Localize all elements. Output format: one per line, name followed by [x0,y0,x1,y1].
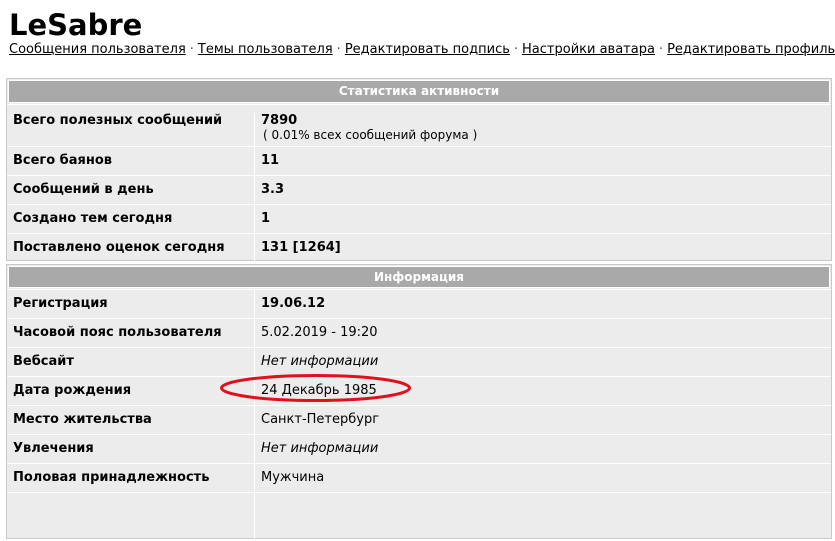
nav-link-user-topics[interactable]: Темы пользователя [198,42,333,57]
stats-row-posts-per-day: Сообщений в день 3.3 [7,175,831,204]
stats-row-bayans: Всего баянов 11 [7,146,831,175]
info-label: Вебсайт [7,348,255,376]
info-row-timezone: Часовой пояс пользователя 5.02.2019 - 19… [7,318,831,347]
stats-label: Создано тем сегодня [7,205,255,233]
nav-link-edit-signature[interactable]: Редактировать подпись [345,42,510,57]
activity-stats-title: Статистика активности [8,80,830,103]
activity-stats-panel: Статистика активности Всего полезных соо… [6,78,832,262]
info-label: Регистрация [7,290,255,318]
stats-label: Всего полезных сообщений [7,113,255,146]
info-row-registration: Регистрация 19.06.12 [7,289,831,318]
info-label: Место жительства [7,406,255,434]
nav-link-user-posts[interactable]: Сообщения пользователя [9,42,186,57]
info-row-gender: Половая принадлежность Мужчина [7,463,831,492]
stats-value: 11 [261,153,280,168]
stats-label: Всего баянов [7,147,255,175]
info-row-location: Место жительства Санкт-Петербург [7,405,831,434]
info-label: Часовой пояс пользователя [7,319,255,347]
info-title: Информация [8,266,830,288]
stats-value-sub: ( 0.01% всех сообщений форума ) [263,128,478,142]
profile-nav: Сообщения пользователя · Темы пользователя… [9,42,835,58]
info-row-website: Вебсайт Нет информации [7,347,831,376]
nav-separator: · [189,42,194,57]
nav-link-edit-profile[interactable]: Редактировать профиль [667,42,835,57]
stats-value: 131 [1264] [261,240,341,255]
stats-value: 3.3 [261,182,285,197]
stats-value-text: 7890 [261,113,298,128]
info-value: Мужчина [261,470,325,485]
info-filler-cell [255,493,831,540]
info-row-filler [7,492,831,540]
stats-value: 7890 ( 0.01% всех сообщений форума ) [255,113,831,146]
info-value: Санкт-Петербург [261,412,380,427]
stats-label: Поставлено оценок сегодня [7,234,255,262]
info-value: 5.02.2019 - 19:20 [261,325,378,340]
info-label: Дата рождения [7,377,255,405]
nav-separator: · [336,42,341,57]
info-filler-cell [7,493,255,540]
info-rows: Регистрация 19.06.12 Часовой пояс пользо… [7,289,831,540]
stats-row-useful-posts: Всего полезных сообщений 7890 ( 0.01% вс… [7,104,831,146]
info-row-birthdate: Дата рождения 24 Декабрь 1985 [7,376,831,405]
info-label: Половая принадлежность [7,464,255,492]
info-panel: Информация Регистрация 19.06.12 Часовой … [6,264,832,540]
info-value: Нет информации [261,354,379,369]
nav-separator: · [658,42,664,57]
stats-label: Сообщений в день [7,176,255,204]
info-row-hobbies: Увлечения Нет информации [7,434,831,463]
info-value: 19.06.12 [261,296,326,311]
info-value: Нет информации [261,441,379,456]
profile-username: LeSabre [9,8,143,42]
nav-separator: · [513,42,519,57]
stats-row-topics-today: Создано тем сегодня 1 [7,204,831,233]
activity-stats-rows: Всего полезных сообщений 7890 ( 0.01% вс… [7,104,831,262]
stats-value: 1 [261,211,271,226]
info-value: 24 Декабрь 1985 [261,383,377,398]
stats-row-ratings-today: Поставлено оценок сегодня 131 [1264] [7,233,831,262]
info-label: Увлечения [7,435,255,463]
nav-link-avatar-settings[interactable]: Настройки аватара [522,42,655,57]
